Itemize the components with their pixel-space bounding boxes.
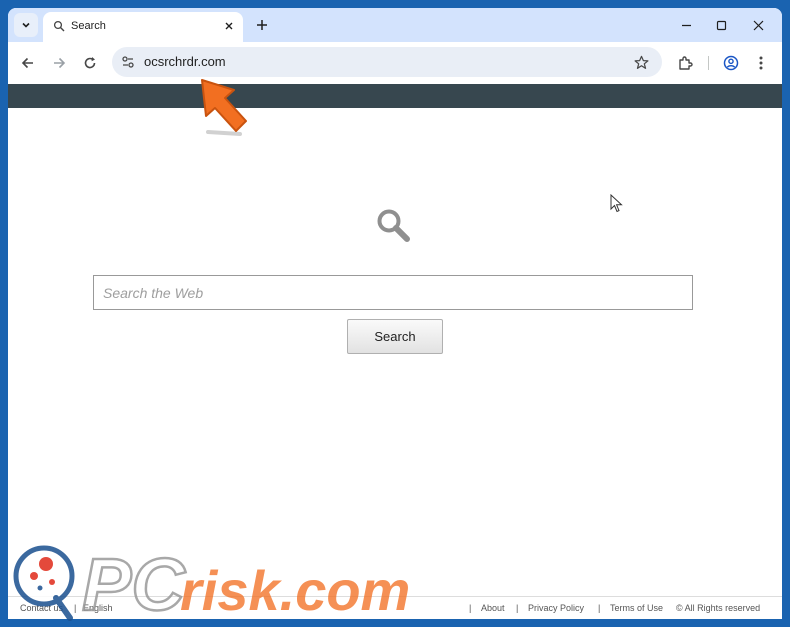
url-text[interactable]: ocsrchrdr.com — [144, 54, 226, 69]
browser-toolbar: ocsrchrdr.com — [8, 42, 782, 84]
tab-search-button[interactable] — [14, 13, 38, 37]
tab-title: Search — [71, 20, 106, 32]
forward-button[interactable] — [47, 51, 71, 75]
chevron-down-icon — [22, 22, 30, 28]
magnifier-icon — [377, 209, 410, 242]
tab-active[interactable]: Search — [43, 12, 243, 42]
footer-link-terms[interactable]: Terms of Use — [610, 603, 663, 613]
close-icon — [753, 20, 763, 30]
site-info-icon[interactable] — [120, 54, 136, 70]
search-button[interactable]: Search — [347, 319, 443, 354]
new-tab-button[interactable] — [251, 14, 273, 36]
plus-icon — [257, 20, 267, 30]
close-window-button[interactable] — [746, 14, 770, 36]
arrow-left-icon — [21, 57, 33, 69]
reload-icon — [84, 57, 96, 69]
reload-button[interactable] — [78, 51, 102, 75]
mouse-cursor-icon — [610, 194, 623, 213]
bookmark-star-button[interactable] — [632, 53, 650, 71]
browser-window: Search ocsrchrdr.com Search the Web Sear… — [8, 8, 782, 619]
arrow-right-icon — [54, 57, 66, 69]
footer-separator: | — [469, 603, 472, 613]
tab-strip: Search — [8, 8, 782, 42]
search-icon — [53, 20, 65, 32]
page-header-bar — [8, 84, 782, 108]
minimize-button[interactable] — [674, 14, 698, 36]
toolbar-divider — [708, 56, 709, 70]
extensions-button[interactable] — [673, 51, 697, 75]
footer-link-about[interactable]: About — [481, 603, 505, 613]
pcrisk-watermark-logo: PC risk.com — [13, 542, 410, 622]
svg-text:PC: PC — [82, 543, 186, 622]
footer-link-privacy[interactable]: Privacy Policy — [528, 603, 584, 613]
tab-close-button[interactable] — [221, 18, 237, 34]
puzzle-icon — [679, 56, 693, 70]
maximize-button[interactable] — [709, 14, 733, 36]
profile-button[interactable] — [719, 51, 743, 75]
footer-separator: | — [598, 603, 601, 613]
svg-text:risk.com: risk.com — [180, 559, 410, 622]
address-bar[interactable]: ocsrchrdr.com — [112, 47, 662, 77]
footer-copyright: © All Rights reserved — [676, 603, 761, 613]
star-icon — [634, 55, 648, 69]
annotation-arrow-icon — [201, 79, 247, 136]
back-button[interactable] — [16, 51, 40, 75]
footer-separator: | — [516, 603, 519, 613]
avatar-icon — [723, 55, 739, 71]
search-input[interactable] — [93, 275, 693, 310]
more-vertical-icon — [759, 56, 763, 70]
close-icon — [225, 22, 233, 30]
maximize-icon — [716, 20, 726, 30]
menu-button[interactable] — [749, 51, 773, 75]
minimize-icon — [681, 24, 691, 26]
